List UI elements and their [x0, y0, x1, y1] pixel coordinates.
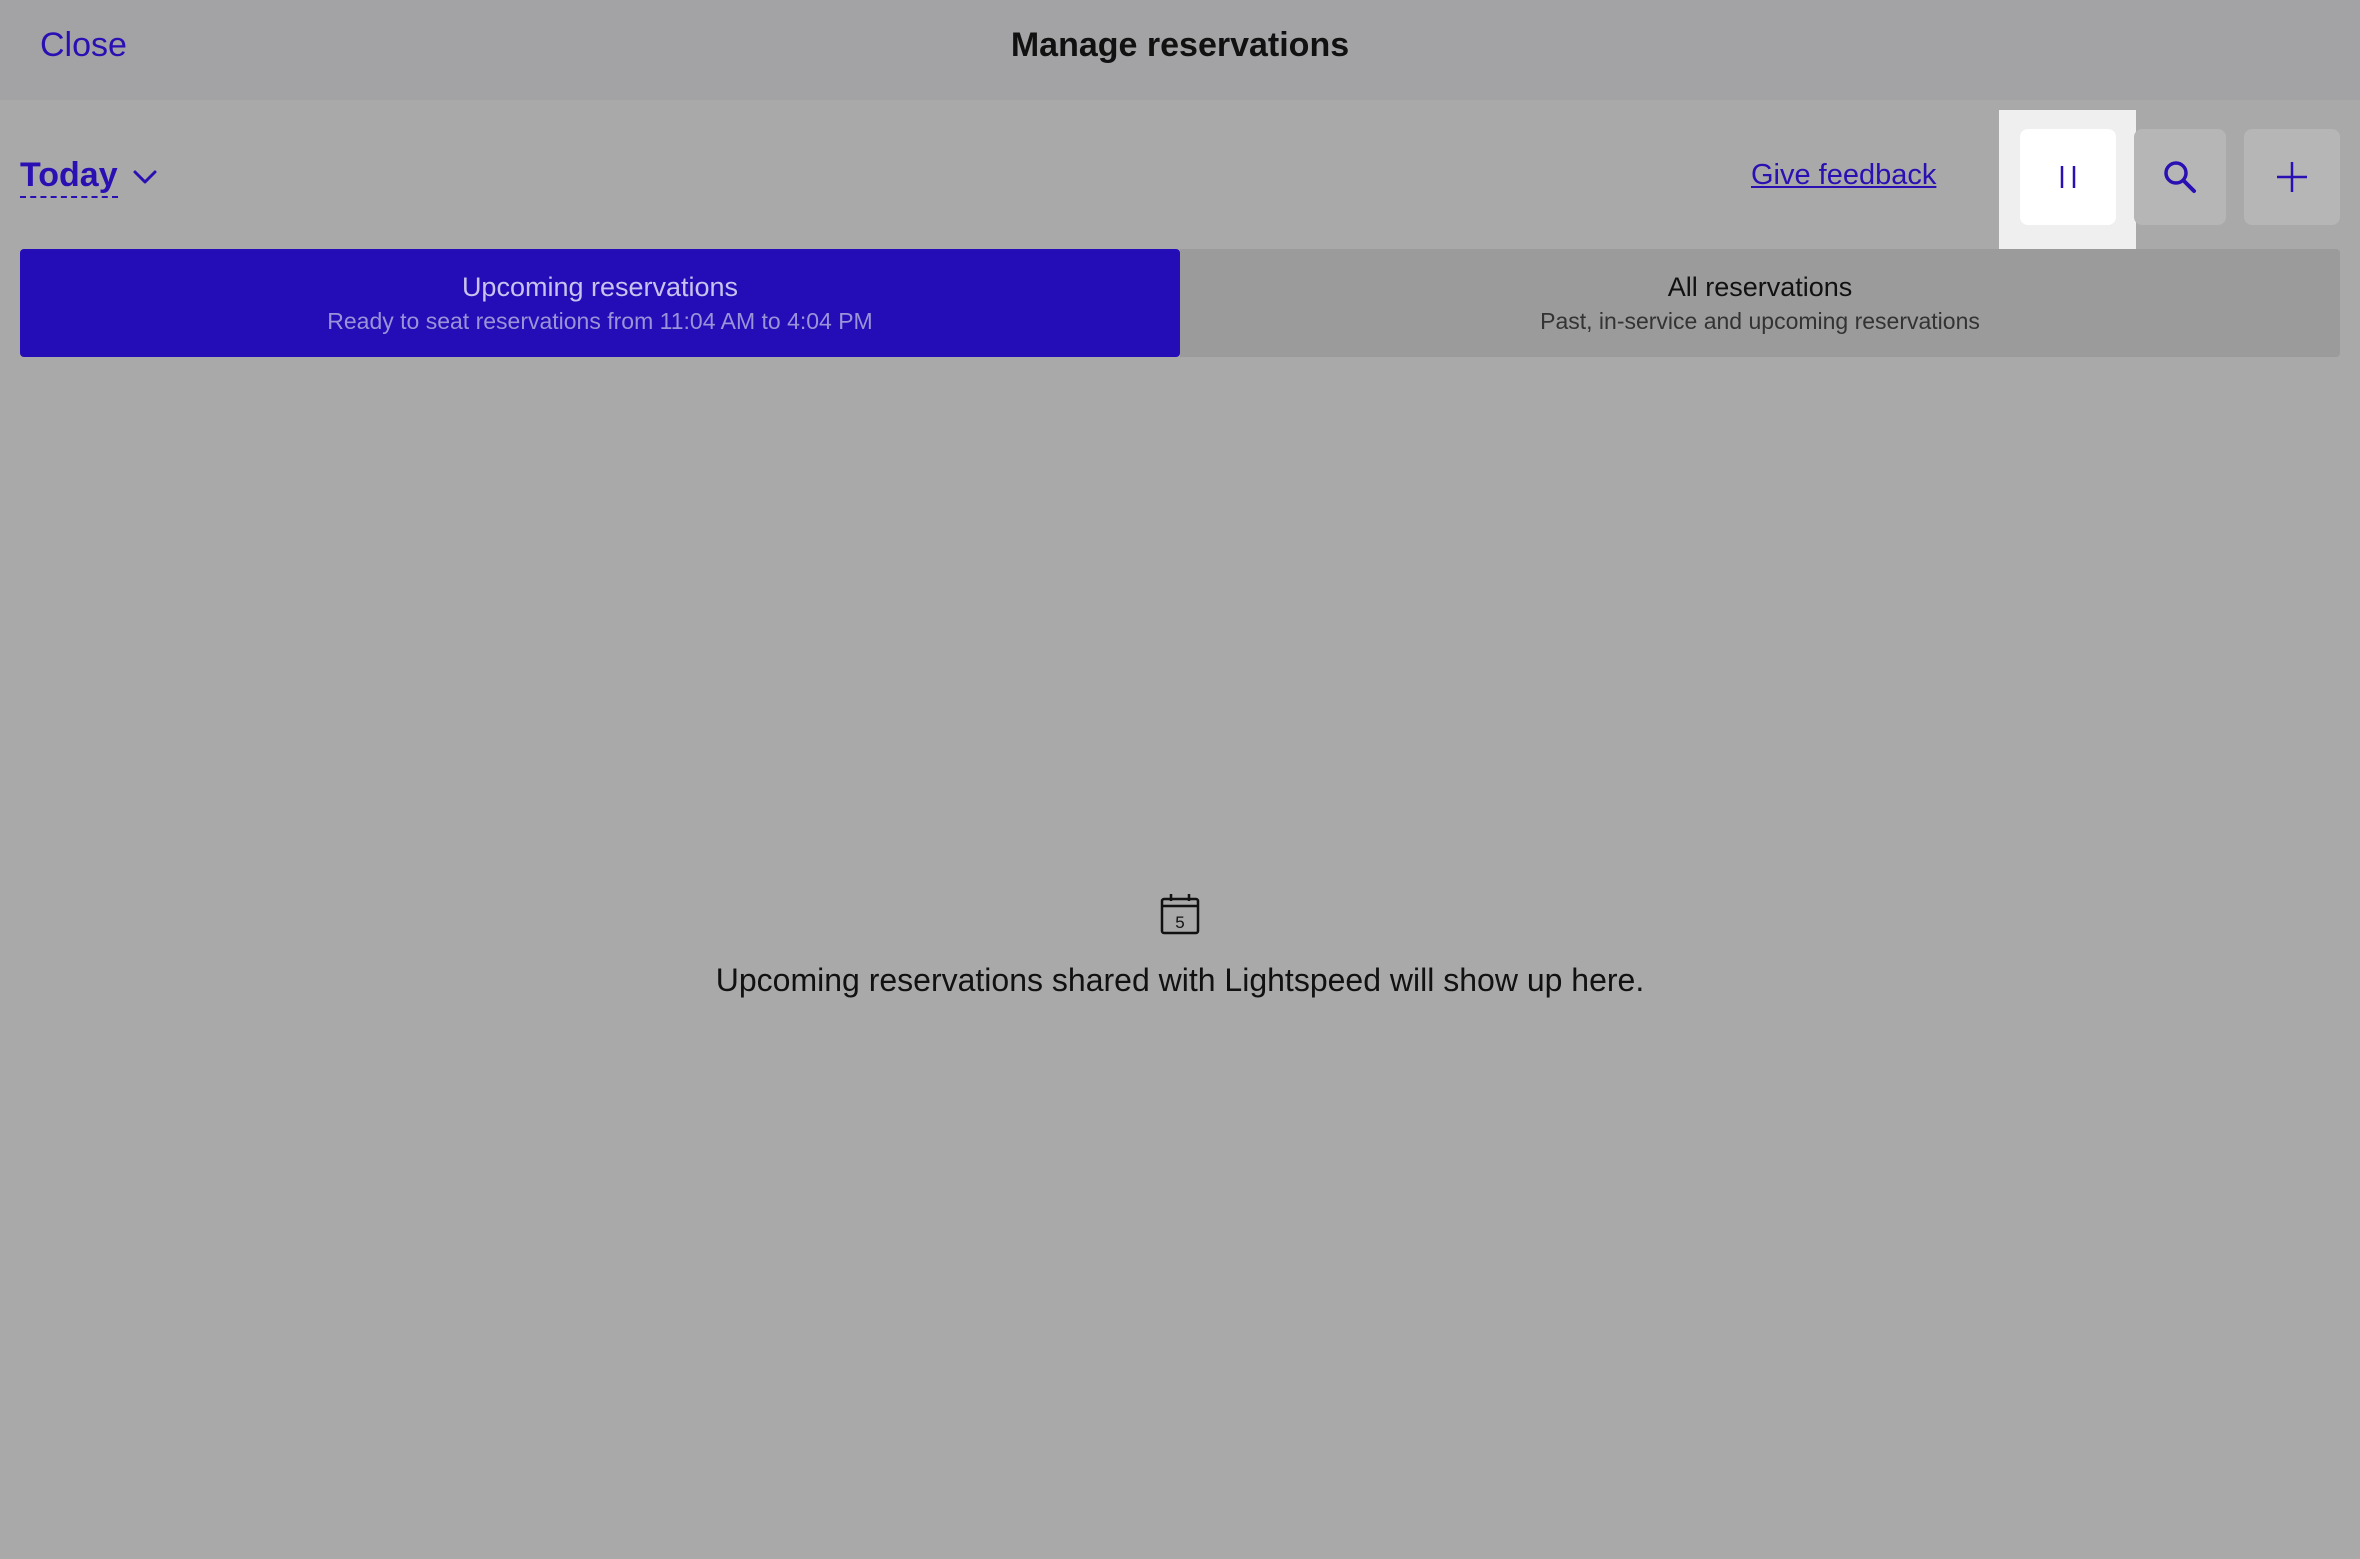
reservation-tabs: Upcoming reservations Ready to seat rese… — [20, 249, 2340, 357]
search-button[interactable] — [2134, 129, 2226, 225]
page-title: Manage reservations — [1010, 26, 1350, 64]
toolbar: Today Give feedback — [0, 100, 2360, 250]
date-filter-dropdown[interactable]: Today — [20, 156, 158, 198]
plus-icon — [2277, 162, 2307, 192]
tab-title: Upcoming reservations — [461, 272, 739, 302]
empty-state: 5 Upcoming reservations shared with Ligh… — [0, 893, 2360, 999]
pause-icon — [2060, 166, 2076, 188]
calendar-day: 5 — [1175, 913, 1184, 932]
tab-all-reservations[interactable]: All reservations Past, in-service and up… — [1180, 249, 2340, 357]
give-feedback-link[interactable]: Give feedback — [1751, 159, 1936, 192]
empty-state-message: Upcoming reservations shared with Lights… — [715, 962, 1645, 998]
pause-button[interactable] — [2020, 129, 2116, 225]
search-icon — [2164, 161, 2196, 193]
tab-subtitle: Ready to seat reservations from 11:04 AM… — [327, 308, 873, 334]
calendar-icon: 5 — [1160, 894, 1200, 935]
date-filter-label: Today — [20, 156, 118, 198]
tab-title: All reservations — [1667, 272, 1853, 302]
tab-subtitle: Past, in-service and upcoming reservatio… — [1540, 308, 1980, 334]
add-reservation-button[interactable] — [2244, 129, 2340, 225]
chevron-down-icon — [133, 170, 157, 184]
top-bar: Close Manage reservations — [0, 0, 2360, 100]
tab-upcoming-reservations[interactable]: Upcoming reservations Ready to seat rese… — [20, 249, 1180, 357]
